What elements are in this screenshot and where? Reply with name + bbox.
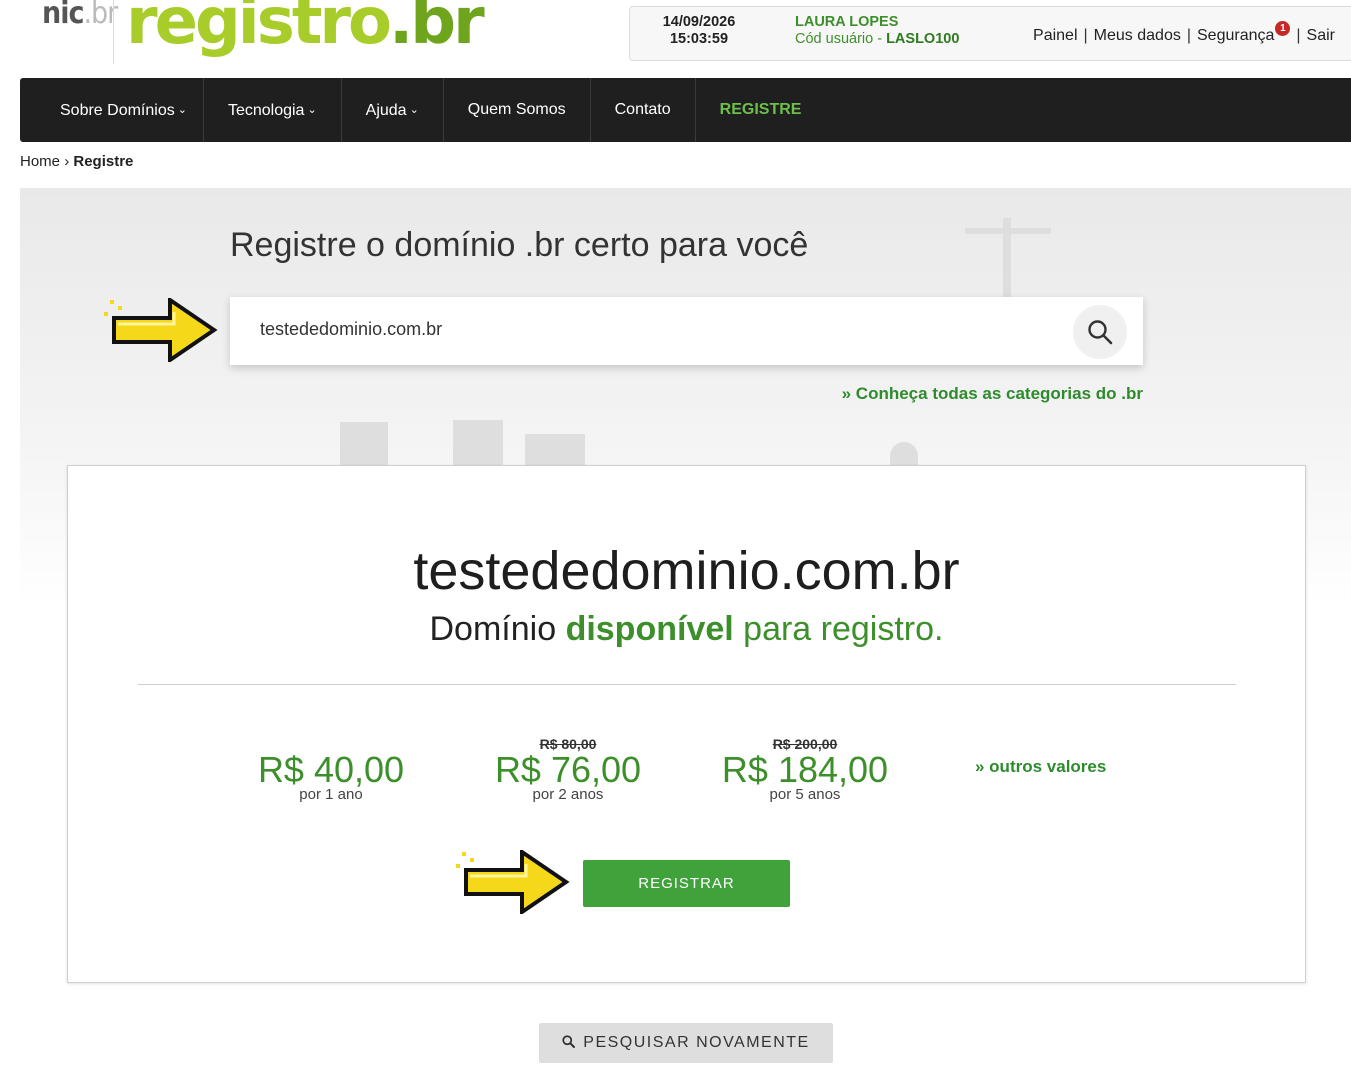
seguranca-link[interactable]: Segurança 1 [1197,21,1291,44]
price-option-1-year: R$ 40,00 por 1 ano [231,736,431,803]
result-domain-name: testededominio.com.br [413,541,960,601]
availability-status: disponível [565,610,734,648]
nav-item-label: REGISTRE [719,101,802,118]
user-name: LAURA LOPES [795,14,899,30]
nav-ajuda[interactable]: Ajuda ⌄ [342,78,444,142]
session-date: 14/09/2026 [662,14,736,30]
chevron-down-icon: ⌄ [177,104,187,116]
seguranca-label: Segurança [1197,27,1275,44]
registro-br-logo[interactable]: registro.br [126,0,485,62]
price-value: R$ 184,00 [721,749,889,790]
skyline-statue-arms [965,228,1051,234]
hero-title: Registre o domínio .br certo para você [230,226,809,264]
registro-logo-suffix: .br [388,0,485,59]
nav-item-label: Quem Somos [467,101,566,118]
session-time: 15:03:59 [669,31,729,47]
breadcrumb-separator: › [64,153,70,170]
availability-suffix: para registro. [743,610,944,648]
price-period: por 5 anos [769,786,841,803]
session-datetime: 14/09/2026 15:03:59 [644,14,754,48]
nav-tecnologia[interactable]: Tecnologia ⌄ [204,78,342,142]
search-icon [562,1035,576,1048]
nav-item-label: Contato [614,101,671,118]
nav-quem-somos[interactable]: Quem Somos [444,78,591,142]
domain-search-input[interactable] [260,319,1040,340]
breadcrumb-current: Registre [73,153,134,170]
domain-result-card: testededominio.com.br Domínio disponível… [67,465,1306,983]
user-links: Painel | Meus dados | Segurança 1 | Sair [1033,21,1335,45]
sair-link[interactable]: Sair [1307,27,1335,44]
nav-registre[interactable]: REGISTRE [696,78,826,142]
user-panel: 14/09/2026 15:03:59 LAURA LOPES Cód usuá… [629,6,1351,61]
categories-link[interactable]: » Conheça todas as categorias do .br [842,384,1143,404]
pointer-arrow-icon [104,298,218,362]
price-period: por 2 anos [532,786,604,803]
nav-item-label: Tecnologia [227,102,305,119]
registro-logo-text: registro [126,0,392,59]
user-code: Cód usuário - LASLO100 [795,31,959,48]
link-separator: | [1083,27,1088,44]
breadcrumb: Home › Registre [20,153,133,170]
price-period: por 1 ano [299,786,363,803]
search-again-label: PESQUISAR NOVAMENTE [583,1034,810,1051]
price-value: R$ 40,00 [257,749,405,790]
header: nic.br registro.br 14/09/2026 15:03:59 L… [0,0,1351,70]
skyline-building [340,422,388,466]
search-button[interactable] [1073,305,1127,359]
meus-dados-link[interactable]: Meus dados [1094,27,1181,44]
skyline-building [525,434,585,466]
nav-item-label: Sobre Domínios [60,102,175,119]
breadcrumb-home[interactable]: Home [20,153,60,170]
skyline-dome [890,442,918,466]
availability-prefix: Domínio [429,610,557,648]
chevron-down-icon: ⌄ [409,104,419,116]
other-values-link[interactable]: » outros valores [975,757,1106,777]
painel-link[interactable]: Painel [1033,27,1077,44]
availability-message: Domínio disponível para registro. [68,610,1305,649]
nav-contato[interactable]: Contato [591,78,696,142]
user-code-label: Cód usuário - [795,31,887,47]
main-nav: Sobre Domínios ⌄ Tecnologia ⌄ Ajuda ⌄ Quem … [20,78,1351,142]
nic-br-logo[interactable]: nic.br [42,0,118,31]
pointer-arrow-icon [456,850,570,914]
register-button[interactable]: REGISTRAR [583,860,790,907]
link-separator: | [1186,27,1191,44]
nav-item-label: Ajuda [365,102,407,119]
link-separator: | [1296,27,1301,44]
price-option-2-years: R$ 80,00 R$ 76,00 por 2 anos [468,736,668,802]
nav-sobre-dominios[interactable]: Sobre Domínios ⌄ [20,78,204,142]
skyline-building [453,420,503,466]
notification-badge: 1 [1275,21,1291,36]
user-code-value: LASLO100 [886,31,960,47]
price-value: R$ 76,00 [494,749,642,790]
domain-search-box [230,297,1143,365]
chevron-down-icon: ⌄ [307,104,317,116]
search-icon [1088,320,1113,345]
divider [138,684,1236,685]
search-again-button[interactable]: PESQUISAR NOVAMENTE [539,1023,833,1063]
price-option-5-years: R$ 200,00 R$ 184,00 por 5 anos [705,736,905,802]
logo-divider [113,0,114,64]
nic-logo-text: nic [42,0,84,31]
